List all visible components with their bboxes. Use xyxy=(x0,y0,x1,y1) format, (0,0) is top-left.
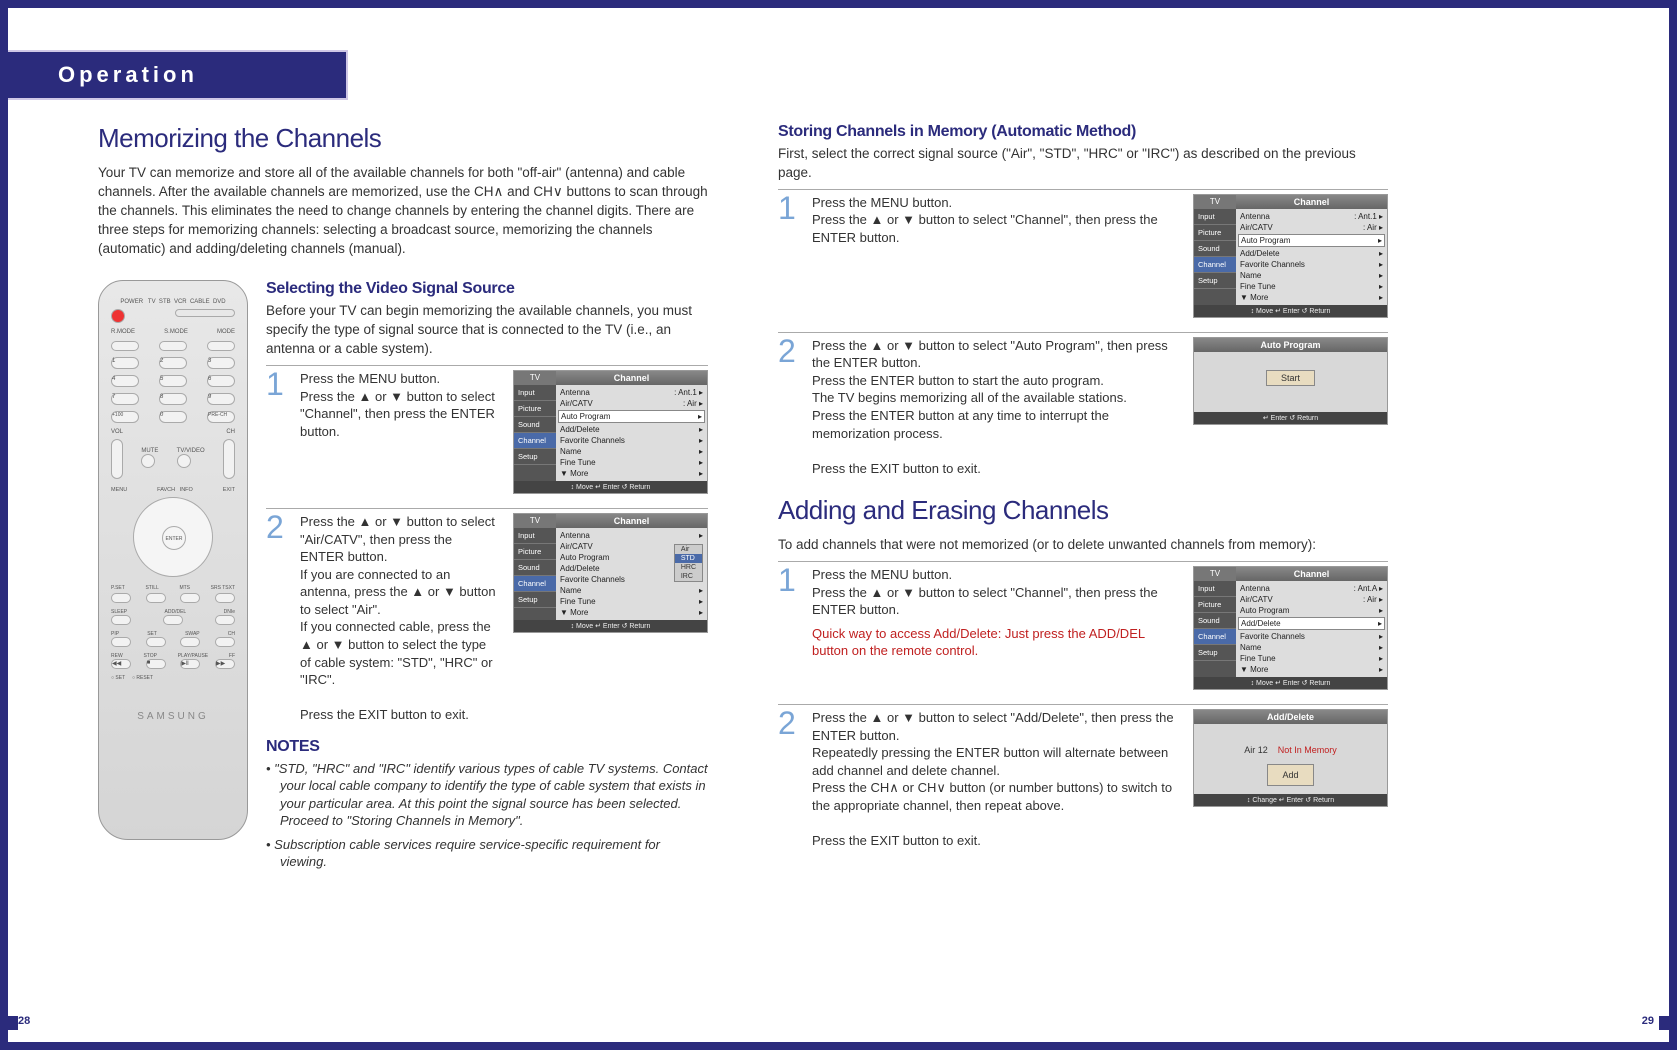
step-r3-text: Press the MENU button. Press the ▲ or ▼ … xyxy=(812,566,1177,660)
adddel-channel: Air 12 xyxy=(1244,745,1268,755)
adddel-title: Add/Delete xyxy=(1194,710,1387,724)
manual-page: Operation Memorizing the Channels Your T… xyxy=(8,8,1669,1042)
step-r3-quick: Quick way to access Add/Delete: Just pre… xyxy=(812,626,1145,659)
menu-screenshot-adddelete-hl: TVChannelInputPictureSoundChannelSetupAn… xyxy=(1193,566,1388,690)
step-r1-text: Press the MENU button. Press the ▲ or ▼ … xyxy=(812,194,1177,247)
intro-signal-source: Before your TV can begin memorizing the … xyxy=(266,302,708,359)
step-number-2: 2 xyxy=(266,513,288,542)
remote-illustration: POWER TV STB VCR CABLE DVD R.MODES.MODEM… xyxy=(98,280,248,840)
page-bar-right xyxy=(1659,1016,1677,1030)
intro-storing: First, select the correct signal source … xyxy=(778,145,1388,183)
adddel-add-button: Add xyxy=(1267,764,1313,786)
step-1-text: Press the MENU button. Press the ▲ or ▼ … xyxy=(300,370,497,440)
menu-screenshot-adddelete: Add/Delete Air 12 Not In Memory Add ↕ Ch… xyxy=(1193,709,1388,807)
step-number-r4: 2 xyxy=(778,709,800,738)
step-number-r1: 1 xyxy=(778,194,800,223)
remote-brand: SAMSUNG xyxy=(111,711,235,722)
step-number-r2: 2 xyxy=(778,337,800,366)
section-tab: Operation xyxy=(8,50,348,100)
notes-heading: NOTES xyxy=(266,738,708,756)
menu-screenshot-aircatv: TVChannelInputPictureSoundChannelSetupAn… xyxy=(513,513,708,633)
step-r4-text: Press the ▲ or ▼ button to select "Add/D… xyxy=(812,709,1177,849)
notes-block: NOTES "STD, "HRC" and "IRC" identify var… xyxy=(266,738,708,871)
heading-memorizing: Memorizing the Channels xyxy=(98,123,708,154)
intro-adding: To add channels that were not memorized … xyxy=(778,536,1388,555)
heading-adding-erasing: Adding and Erasing Channels xyxy=(778,495,1388,526)
step-r2-text: Press the ▲ or ▼ button to select "Auto … xyxy=(812,337,1177,477)
adddel-status: Not In Memory xyxy=(1278,745,1337,755)
page-number-right: 29 xyxy=(1642,1015,1654,1027)
page-29: Storing Channels in Memory (Automatic Me… xyxy=(778,123,1398,877)
intro-memorizing: Your TV can memorize and store all of th… xyxy=(98,164,708,258)
step-number-1: 1 xyxy=(266,370,288,399)
heading-storing: Storing Channels in Memory (Automatic Me… xyxy=(778,123,1388,141)
note-2: Subscription cable services require serv… xyxy=(266,836,708,871)
menu-screenshot-channel: TVChannelInputPictureSoundChannelSetupAn… xyxy=(513,370,708,494)
page-number-left: 28 xyxy=(18,1015,30,1027)
heading-signal-source: Selecting the Video Signal Source xyxy=(266,280,708,298)
step-number-r3: 1 xyxy=(778,566,800,595)
step-r3-body: Press the MENU button. Press the ▲ or ▼ … xyxy=(812,567,1158,617)
start-button-graphic: Start xyxy=(1266,370,1315,386)
note-1: "STD, "HRC" and "IRC" identify various t… xyxy=(266,760,708,830)
page-28: Memorizing the Channels Your TV can memo… xyxy=(48,123,708,877)
menu-footer: ↵ Enter ↺ Return xyxy=(1194,412,1387,424)
menu-footer-adddel: ↕ Change ↵ Enter ↺ Return xyxy=(1194,794,1387,806)
page-bar-left xyxy=(0,1016,18,1030)
menu-screenshot-channel-r: TVChannelInputPictureSoundChannelSetupAn… xyxy=(1193,194,1388,318)
auto-program-title: Auto Program xyxy=(1194,338,1387,352)
step-2-text: Press the ▲ or ▼ button to select "Air/C… xyxy=(300,513,497,724)
menu-screenshot-autoprogram: Auto Program Start ↵ Enter ↺ Return xyxy=(1193,337,1388,425)
